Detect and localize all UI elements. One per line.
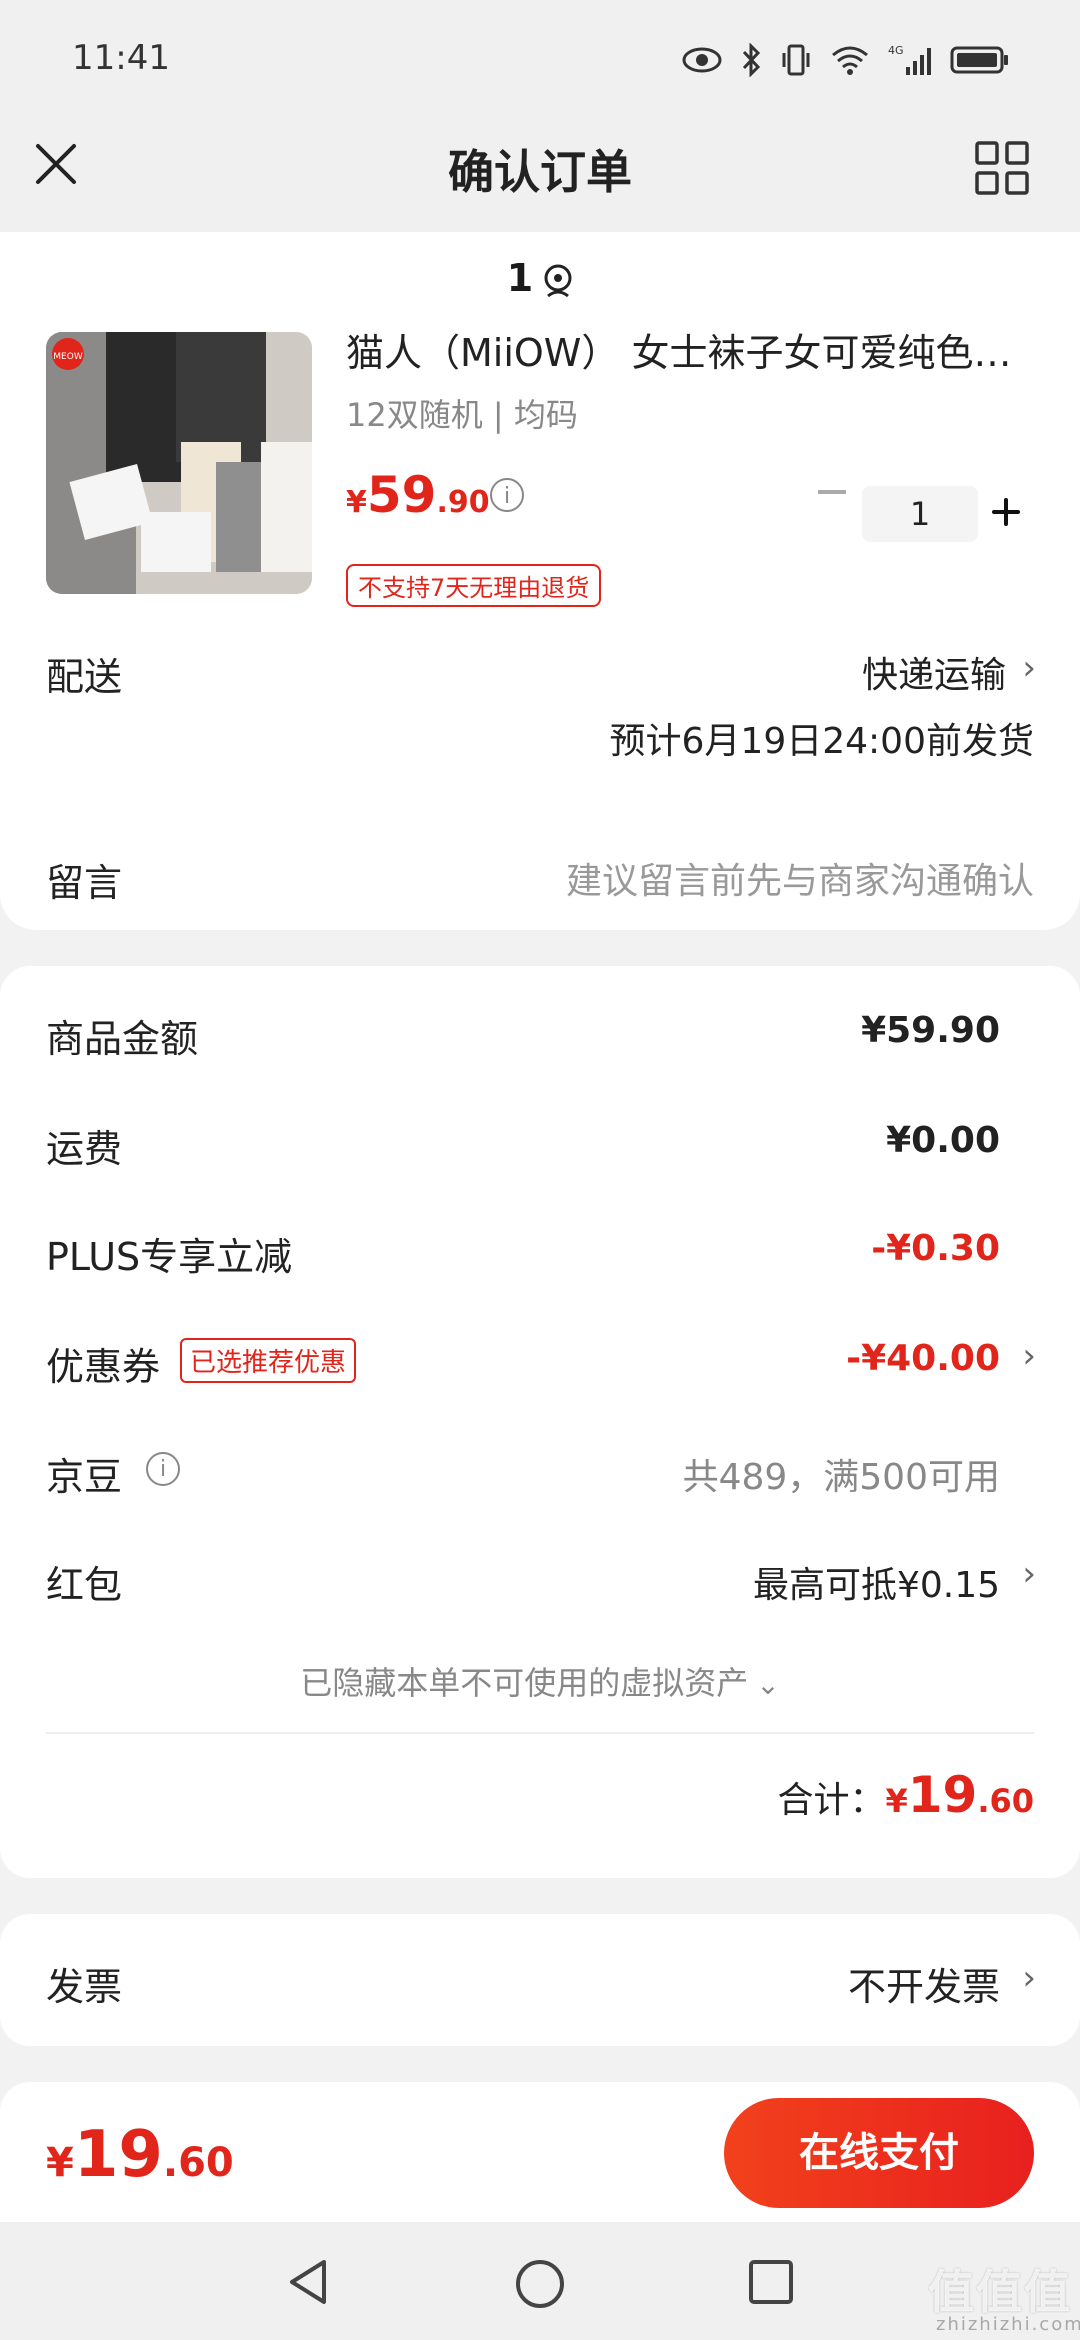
chevron-right-icon[interactable]: ›: [1022, 1336, 1036, 1376]
pay-online-button[interactable]: 在线支付: [724, 2098, 1034, 2208]
divider: [46, 1732, 1034, 1734]
price-info-icon[interactable]: i: [490, 478, 524, 512]
chevron-down-icon: ⌄: [756, 1668, 780, 1701]
footer-total-price: ¥19.60: [46, 2118, 234, 2192]
status-time: 11:41: [72, 38, 170, 78]
chevron-right-icon[interactable]: ›: [1022, 1554, 1036, 1594]
jd-beans-info-icon[interactable]: i: [146, 1452, 180, 1486]
coupon-label: 优惠券: [46, 1345, 161, 1389]
brand-logo: MEOW: [53, 352, 83, 362]
svg-text:4G: 4G: [888, 44, 904, 57]
shipping-value: ¥0.00: [886, 1120, 1000, 1161]
red-packet-value[interactable]: 最高可抵¥0.15: [753, 1556, 1000, 1608]
message-label: 留言: [46, 861, 123, 905]
wifi-icon: [832, 46, 868, 75]
plus-discount-value: -¥0.30: [871, 1228, 1000, 1269]
delivery-estimate: 预计6月19日24:00前发货: [609, 721, 1034, 762]
goods-amount-label: 商品金额: [46, 1017, 199, 1061]
plus-discount-label: PLUS专享立减: [46, 1235, 293, 1279]
product-image[interactable]: MEOW: [46, 332, 312, 594]
watermark: 值值值: [928, 2265, 1072, 2319]
quantity-increase-button[interactable]: [988, 494, 1024, 530]
location-pin-icon: [544, 264, 572, 298]
goods-amount-value: ¥59.90: [861, 1010, 1000, 1051]
recent-apps-square-icon[interactable]: [746, 2256, 796, 2308]
quantity-value[interactable]: 1: [862, 486, 978, 542]
back-triangle-icon[interactable]: [284, 2256, 334, 2308]
chevron-right-icon[interactable]: ›: [1022, 1958, 1036, 1998]
grid-icon: [975, 141, 1029, 195]
shipping-label: 运费: [46, 1127, 123, 1171]
status-icons: 4G: [682, 40, 1010, 80]
jd-beans-label: 京豆: [46, 1455, 123, 1499]
grid-menu-button[interactable]: [974, 140, 1030, 196]
return-policy-badge: 不支持7天无理由退货: [346, 564, 602, 607]
coupon-value[interactable]: -¥40.00: [846, 1338, 1000, 1379]
vibrate-icon: [782, 44, 810, 76]
product-title[interactable]: 猫人（MiiOW） 女士袜子女可爱纯色…: [346, 322, 1046, 377]
delivery-method[interactable]: 快递运输: [862, 646, 1006, 698]
product-spec: 12双随机 | 均码: [346, 396, 578, 434]
invoice-label: 发票: [46, 1965, 123, 2009]
signal-4g-icon: 4G: [888, 44, 931, 75]
quantity-decrease-button[interactable]: [818, 490, 846, 494]
message-input[interactable]: 建议留言前先与商家沟通确认: [566, 852, 1034, 904]
bluetooth-icon: [742, 43, 761, 77]
total-amount: 合计：¥19.60: [777, 1766, 1034, 1824]
eye-icon: [682, 47, 722, 73]
page-title: 确认订单: [448, 145, 632, 199]
battery-icon: [950, 46, 1008, 74]
hidden-assets-toggle[interactable]: 已隐藏本单不可使用的虚拟资产 ⌄: [0, 1658, 1080, 1704]
price-summary-card: [0, 966, 1080, 1878]
chevron-right-icon[interactable]: ›: [1022, 648, 1036, 688]
jd-beans-value: 共489，满500可用: [682, 1457, 1000, 1498]
red-packet-label: 红包: [46, 1563, 123, 1607]
home-circle-icon[interactable]: [512, 2256, 568, 2312]
coupon-tag: 已选推荐优惠: [180, 1338, 357, 1383]
invoice-value[interactable]: 不开发票: [848, 1956, 1000, 2011]
delivery-label: 配送: [46, 655, 123, 699]
watermark-url: zhizhizhi.com: [936, 2314, 1080, 2335]
product-price: ¥59.90: [346, 466, 490, 524]
